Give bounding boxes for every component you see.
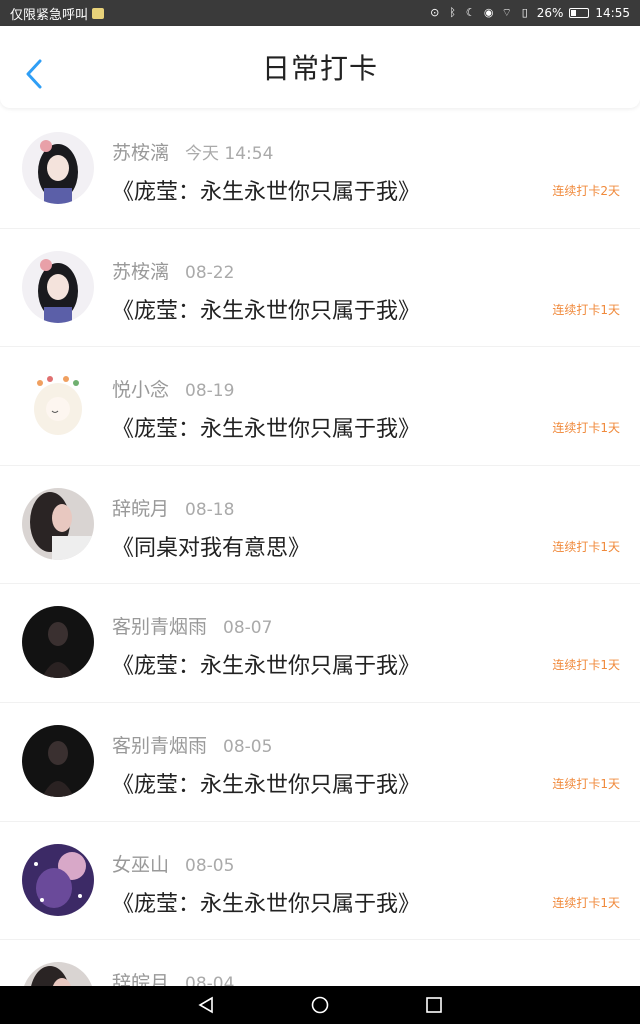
avatar[interactable] bbox=[22, 132, 94, 204]
carrier-text: 仅限紧急呼叫 bbox=[10, 7, 89, 23]
nav-back-button[interactable] bbox=[194, 993, 218, 1017]
streak-badge: 连续打卡1天 bbox=[552, 421, 620, 436]
book-title[interactable]: 《同桌对我有意思》 bbox=[112, 530, 310, 562]
avatar[interactable] bbox=[22, 487, 94, 560]
streak-badge: 连续打卡1天 bbox=[552, 895, 620, 910]
eye-icon: ◉ bbox=[483, 6, 494, 19]
system-nav-bar bbox=[0, 986, 640, 1024]
clock: 14:55 bbox=[595, 6, 630, 20]
streak-badge: 连续打卡1天 bbox=[552, 302, 620, 317]
username: 悦小念 bbox=[112, 379, 170, 402]
streak-badge: 连续打卡1天 bbox=[552, 539, 620, 554]
list-item[interactable]: 辞皖月 08-18 《同桌对我有意思》 连续打卡1天 bbox=[0, 466, 640, 585]
book-title[interactable]: 《庞莹：永生永世你只属于我》 bbox=[112, 648, 420, 680]
book-title[interactable]: 《庞莹：永生永世你只属于我》 bbox=[112, 767, 420, 799]
username: 苏桉漓 bbox=[112, 260, 170, 283]
nav-home-button[interactable] bbox=[308, 993, 332, 1017]
list-item[interactable]: 辞皖月 08-04 bbox=[0, 940, 640, 986]
list-item[interactable]: 客别青烟雨 08-07 《庞莹：永生永世你只属于我》 连续打卡1天 bbox=[0, 584, 640, 703]
username: 苏桉漓 bbox=[112, 142, 170, 164]
checkin-date: 08-04 bbox=[185, 974, 235, 986]
avatar[interactable] bbox=[22, 843, 94, 916]
bluetooth-icon: ᛒ bbox=[449, 6, 457, 19]
status-left: 仅限紧急呼叫 bbox=[10, 4, 105, 23]
avatar[interactable] bbox=[22, 606, 94, 679]
streak-badge: 连续打卡2天 bbox=[552, 184, 620, 198]
circle-home-icon bbox=[311, 996, 329, 1014]
avatar[interactable] bbox=[22, 962, 94, 986]
book-title[interactable]: 《庞莹：永生永世你只属于我》 bbox=[112, 411, 420, 443]
square-recents-icon bbox=[426, 997, 442, 1013]
username: 客别青烟雨 bbox=[112, 616, 208, 639]
checkin-date: 08-22 bbox=[185, 262, 235, 283]
list-item[interactable]: 客别青烟雨 08-05 《庞莹：永生永世你只属于我》 连续打卡1天 bbox=[0, 703, 640, 822]
notification-app-icon bbox=[92, 7, 105, 19]
moon-icon: ☾ bbox=[465, 6, 476, 19]
checkin-date: 08-18 bbox=[185, 499, 235, 520]
checkin-date: 今天 14:54 bbox=[185, 144, 274, 164]
battery-icon bbox=[569, 8, 590, 18]
nav-recents-button[interactable] bbox=[422, 993, 446, 1017]
username: 辞皖月 bbox=[112, 972, 170, 986]
username: 客别青烟雨 bbox=[112, 734, 208, 757]
avatar[interactable] bbox=[22, 250, 94, 323]
page-title: 日常打卡 bbox=[261, 52, 378, 85]
wifi-icon: ⌔ bbox=[501, 6, 512, 19]
username: 女巫山 bbox=[112, 853, 170, 876]
checkin-date: 08-05 bbox=[223, 736, 273, 757]
checkin-date: 08-05 bbox=[185, 855, 235, 876]
checkin-list[interactable]: 苏桉漓 今天 14:54 《庞莹：永生永世你只属于我》 连续打卡2天 苏桉漓 0… bbox=[0, 110, 640, 986]
book-title[interactable]: 《庞莹：永生永世你只属于我》 bbox=[112, 886, 420, 918]
avatar[interactable] bbox=[22, 369, 94, 442]
sim-icon: ▯ bbox=[521, 6, 528, 19]
streak-badge: 连续打卡1天 bbox=[552, 776, 620, 791]
streak-badge: 连续打卡1天 bbox=[552, 658, 620, 673]
header: 日常打卡 bbox=[0, 26, 640, 108]
triangle-back-icon bbox=[198, 996, 213, 1014]
list-item[interactable]: 苏桉漓 08-22 《庞莹：永生永世你只属于我》 连续打卡1天 bbox=[0, 229, 640, 348]
battery-percent: 26% bbox=[536, 6, 564, 20]
chevron-left-icon bbox=[26, 59, 42, 89]
checkin-date: 08-19 bbox=[185, 381, 235, 402]
list-item[interactable]: 悦小念 08-19 《庞莹：永生永世你只属于我》 连续打卡1天 bbox=[0, 347, 640, 466]
list-item[interactable]: 女巫山 08-05 《庞莹：永生永世你只属于我》 连续打卡1天 bbox=[0, 822, 640, 941]
list-item[interactable]: 苏桉漓 今天 14:54 《庞莹：永生永世你只属于我》 连续打卡2天 bbox=[0, 110, 640, 229]
book-title[interactable]: 《庞莹：永生永世你只属于我》 bbox=[112, 174, 420, 206]
back-button[interactable] bbox=[20, 56, 48, 92]
avatar[interactable] bbox=[22, 724, 94, 797]
checkin-date: 08-07 bbox=[223, 618, 273, 639]
nfc-icon: ⊙ bbox=[430, 6, 440, 19]
book-title[interactable]: 《庞莹：永生永世你只属于我》 bbox=[112, 293, 420, 325]
status-right: ⊙ ᛒ ☾ ◉ ⌔ ▯ 26% 14:55 bbox=[429, 6, 630, 20]
status-bar: 仅限紧急呼叫 ⊙ ᛒ ☾ ◉ ⌔ ▯ 26% 14:55 bbox=[0, 0, 640, 26]
username: 辞皖月 bbox=[112, 497, 170, 520]
